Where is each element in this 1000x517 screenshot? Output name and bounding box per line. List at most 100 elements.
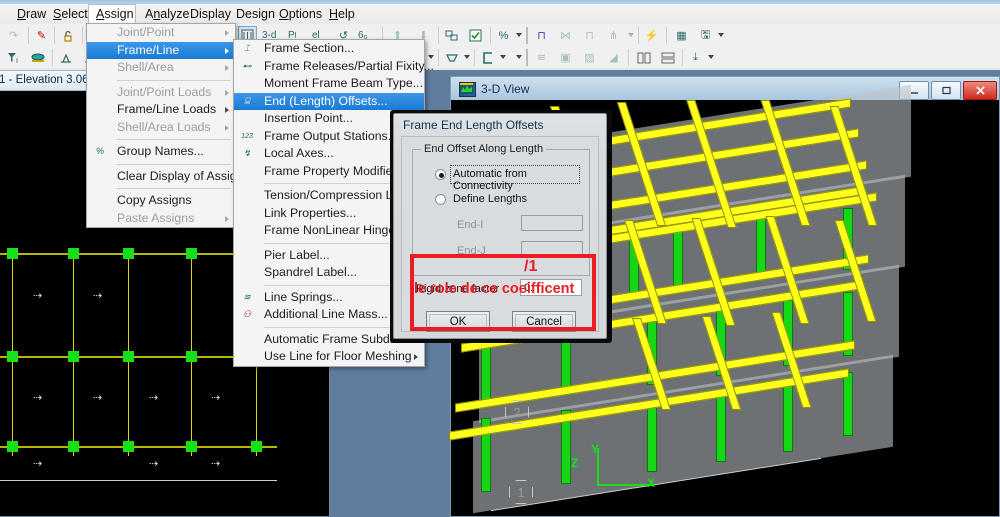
end-i-input[interactable] [521, 215, 583, 231]
end-i-label: End-I [457, 219, 484, 231]
chevron-down-icon[interactable] [708, 55, 714, 59]
joint-marker[interactable] [68, 248, 79, 259]
percent-icon[interactable]: % [494, 26, 513, 45]
toolbar-separator [526, 49, 528, 66]
radio-define-lengths[interactable] [435, 194, 446, 205]
run-analysis-icon[interactable]: ≋ [532, 48, 551, 67]
3d-view-title: 3-D View [481, 82, 530, 96]
section-cut-icon[interactable]: ⤓ [686, 48, 705, 67]
frame-release-icon: ⊷ [242, 60, 252, 71]
toolbar-separator [438, 49, 439, 66]
joint-restraint-icon[interactable] [56, 48, 75, 67]
grid-bubble-3d-1[interactable]: 1 [509, 480, 533, 504]
draw-secondary-beam-icon[interactable]: ⋔ [604, 26, 623, 45]
draw-brace-icon[interactable]: ⋈ [556, 26, 575, 45]
table-icon[interactable]: ▦ [672, 26, 691, 45]
menu-item-frame-line[interactable]: Frame/Line [87, 41, 235, 59]
joint-marker[interactable] [68, 351, 79, 362]
horizontal-split-icon[interactable] [658, 48, 677, 67]
two-pane-view-icon[interactable] [634, 48, 653, 67]
area-section-icon[interactable] [478, 48, 497, 67]
menu-item-label: Clear Display of Assigns [117, 168, 250, 183]
menu-item-frame-section[interactable]: ⌶ Frame Section... [234, 40, 424, 58]
menu-help[interactable]: Help [322, 4, 362, 24]
menu-item-use-line-for-floor-meshing[interactable]: Use Line for Floor Meshing [234, 348, 424, 366]
column-3d[interactable] [843, 372, 853, 436]
submenu-arrow-icon [225, 65, 229, 71]
menu-item-label: Frame Section... [264, 41, 355, 55]
unlock-icon[interactable] [58, 26, 77, 45]
select-object-icon[interactable] [28, 48, 47, 67]
draw-truss-icon[interactable]: ⊓ [580, 26, 599, 45]
toolbar-separator [52, 49, 53, 66]
assign-display-icon[interactable] [466, 26, 485, 45]
grid-bubble-3d-2[interactable]: 2 [505, 400, 529, 424]
menu-item-frame-line-loads[interactable]: Frame/Line Loads [87, 101, 235, 119]
joint-marker[interactable] [186, 441, 197, 452]
column-3d[interactable] [647, 400, 657, 472]
menu-item-label: Joint/Point [117, 25, 175, 39]
column-3d[interactable] [673, 224, 683, 288]
menu-assign[interactable]: Assign [88, 4, 136, 24]
column-3d[interactable] [716, 392, 726, 462]
menu-item-label: Additional Line Mass... [264, 307, 388, 321]
joint-marker[interactable] [123, 441, 134, 452]
submenu-arrow-icon [225, 47, 229, 54]
toolbar-separator [474, 49, 475, 66]
release-symbol: ⇢ [149, 392, 159, 404]
menu-item-copy-assigns[interactable]: Copy Assigns [87, 192, 235, 210]
menu-item-paste-assigns[interactable]: Paste Assigns [87, 210, 235, 228]
print-icon[interactable]: 🖫 [696, 26, 715, 45]
draw-frame-icon[interactable]: ⊓ [532, 26, 551, 45]
menu-item-frame-releases[interactable]: ⊷ Frame Releases/Partial Fixity... [234, 58, 434, 76]
menu-item-label: Copy Assigns [117, 193, 192, 207]
joint-marker[interactable] [7, 441, 18, 452]
chevron-down-icon[interactable] [516, 33, 522, 37]
menu-item-group-names[interactable]: % Group Names... [87, 143, 235, 161]
joint-marker[interactable] [123, 248, 134, 259]
menu-options[interactable]: Options [272, 4, 329, 24]
menu-item-end-length-offsets[interactable]: ⌸ End (Length) Offsets... [234, 92, 424, 110]
chevron-down-icon[interactable] [500, 55, 506, 59]
stress-diagram-icon[interactable]: ▨ [580, 48, 599, 67]
sap2000-application-window: Draw Select Assign Analyze Display Desig… [0, 0, 1000, 517]
3d-view-titlebar[interactable]: 3-D View [450, 76, 1000, 100]
deformed-shape-icon[interactable]: ▣ [556, 48, 575, 67]
select-by-label-icon[interactable]: I [4, 48, 23, 67]
menu-separator [117, 139, 231, 140]
column-3d[interactable] [783, 384, 793, 452]
menu-item-joint-point-loads[interactable]: Joint/Point Loads [87, 84, 235, 102]
chevron-down-icon[interactable] [628, 33, 634, 37]
radio-dot [438, 172, 444, 178]
base-line [0, 480, 277, 481]
menu-item-clear-display-of-assigns[interactable]: Clear Display of Assigns [87, 168, 250, 186]
quick-draw-icon[interactable]: ⚡ [642, 26, 661, 45]
menu-item-moment-frame-beam-type[interactable]: Moment Frame Beam Type... [234, 75, 424, 93]
shell-section-assign-icon[interactable] [442, 48, 461, 67]
joint-marker[interactable] [186, 351, 197, 362]
joint-marker[interactable] [251, 441, 262, 452]
release-symbol: ⇢ [211, 458, 221, 470]
menu-item-label: Shell/Area [117, 60, 174, 74]
menu-item-joint-point[interactable]: Joint/Point [87, 24, 235, 42]
joint-marker[interactable] [7, 351, 18, 362]
3d-close-button[interactable] [963, 81, 997, 100]
joint-marker[interactable] [186, 248, 197, 259]
joint-marker[interactable] [68, 441, 79, 452]
redo-icon[interactable]: ↷ [4, 26, 23, 45]
3d-maximize-button[interactable] [931, 81, 961, 100]
menu-item-label: Spandrel Label... [264, 265, 357, 279]
joint-marker[interactable] [123, 351, 134, 362]
toolbar-separator [54, 27, 55, 44]
joint-marker[interactable] [7, 248, 18, 259]
chevron-down-icon[interactable] [718, 33, 724, 37]
pencil-icon[interactable]: ✎ [32, 26, 51, 45]
chevron-down-icon[interactable] [516, 55, 522, 59]
member-force-icon[interactable]: ◢ [604, 48, 623, 67]
menu-item-shell-area-loads[interactable]: Shell/Area Loads [87, 119, 235, 137]
menu-item-shell-area[interactable]: Shell/Area [87, 59, 235, 77]
set-display-options-icon[interactable] [442, 26, 461, 45]
radio-automatic-from-connectivity[interactable] [435, 169, 446, 180]
toolbar-separator [438, 27, 439, 44]
chevron-down-icon[interactable] [464, 55, 470, 59]
